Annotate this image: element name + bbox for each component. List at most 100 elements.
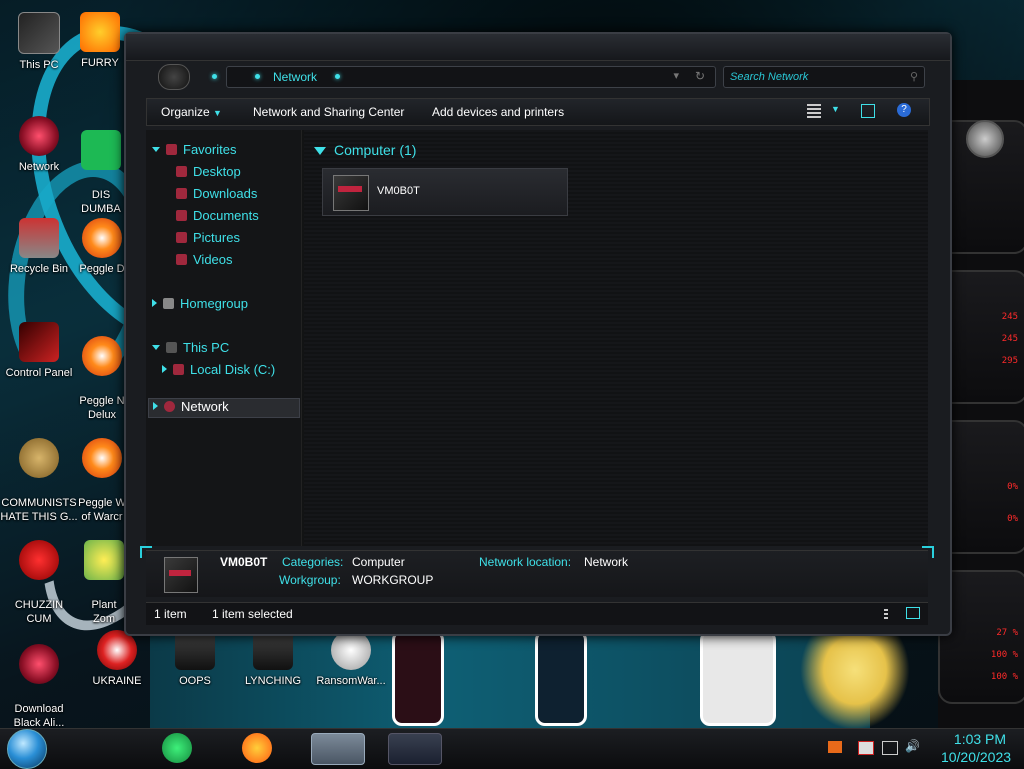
- desktop-icon-label: LYNCHING: [244, 675, 302, 687]
- explorer-window: Network ▾ ↻ Search Network ⚲ Organize ▼ …: [124, 32, 952, 636]
- explorer-body: Favorites Desktop Downloads Documents Pi…: [146, 130, 928, 546]
- desktop-icon-ukraine[interactable]: UKRAINE: [78, 630, 156, 688]
- expand-arrow-icon[interactable]: [152, 147, 160, 152]
- desktop-icon-control-panel[interactable]: Control Panel: [0, 322, 78, 380]
- expand-arrow-icon[interactable]: [153, 402, 158, 410]
- nav-label: Local Disk (C:): [190, 362, 276, 377]
- pictures-folder-icon: [176, 232, 187, 243]
- refresh-icon[interactable]: ↻: [695, 69, 705, 83]
- desktop-icon-peggle-warcraft[interactable]: Peggle W of Warcr: [76, 424, 128, 524]
- taskbar-control-panel-button[interactable]: [388, 733, 442, 765]
- search-icon[interactable]: ⚲: [910, 70, 918, 83]
- navigation-pane: Favorites Desktop Downloads Documents Pi…: [146, 130, 302, 546]
- nav-videos[interactable]: Videos: [176, 252, 233, 267]
- nav-network[interactable]: Network: [148, 398, 300, 418]
- desktop-icon-network[interactable]: Network: [0, 116, 78, 174]
- desktop-icon-communists[interactable]: COMMUNISTS HATE THIS G...: [0, 424, 78, 524]
- desktop-icon-label: OOPS: [179, 675, 211, 687]
- network-icon: [164, 401, 175, 412]
- search-placeholder: Search Network: [730, 71, 809, 83]
- window-title-bar[interactable]: [126, 34, 950, 61]
- computer-item-label: VM0B0T: [377, 185, 420, 197]
- chevron-down-icon[interactable]: ▾: [673, 69, 679, 82]
- breadcrumb-separator-icon[interactable]: [335, 74, 340, 79]
- taskbar-firefox-button[interactable]: [242, 733, 272, 763]
- details-categories-label: Categories:: [282, 555, 344, 569]
- organize-button[interactable]: Organize ▼: [161, 105, 222, 119]
- network-tray-icon[interactable]: [882, 741, 898, 755]
- computer-item[interactable]: VM0B0T: [322, 168, 568, 216]
- desktop-icon-plants-zombies[interactable]: Plant Zom: [80, 526, 128, 626]
- expand-arrow-icon[interactable]: [162, 365, 167, 373]
- desktop-icon-ransomware[interactable]: RansomWar...: [312, 630, 390, 688]
- desktop-icon-recycle-bin[interactable]: Recycle Bin: [0, 218, 78, 276]
- group-header-computer[interactable]: Computer (1): [314, 142, 416, 158]
- nav-pictures[interactable]: Pictures: [176, 230, 240, 245]
- status-bar: 1 item 1 item selected: [146, 602, 928, 625]
- nav-indicator-icon: [212, 74, 217, 79]
- action-center-icon[interactable]: [858, 741, 874, 755]
- nav-label: This PC: [183, 340, 230, 355]
- file-list[interactable]: Computer (1) VM0B0T: [304, 130, 928, 546]
- clock-time[interactable]: 1:03 PM: [940, 731, 1020, 747]
- preview-pane-icon[interactable]: [861, 104, 875, 118]
- desktop-icon-oops[interactable]: OOPS: [156, 630, 234, 688]
- view-options-icon[interactable]: [807, 104, 821, 118]
- tray-app-icon[interactable]: [828, 741, 842, 753]
- expand-arrow-icon[interactable]: [152, 345, 160, 350]
- hud-value: 0%: [1007, 482, 1018, 492]
- hud-value: 27 %: [996, 628, 1018, 638]
- hud-value: 295: [1001, 356, 1018, 366]
- desktop-icon-download-black-alien[interactable]: Download Black Ali...: [0, 630, 78, 730]
- nav-label: Pictures: [193, 230, 240, 245]
- chevron-down-icon[interactable]: ▼: [831, 104, 840, 114]
- nav-label: Network: [181, 399, 229, 414]
- taskbar-spotify-button[interactable]: [162, 733, 192, 763]
- peggle-icon: [82, 438, 122, 478]
- desktop-icon-label: This PC: [19, 59, 59, 71]
- desktop-icon-lynching[interactable]: LYNCHING: [234, 630, 312, 688]
- command-bar: Organize ▼ Network and Sharing Center Ad…: [146, 98, 930, 126]
- desktop-icon-dis-dumba[interactable]: DIS DUMBA: [74, 116, 128, 216]
- nav-label: Desktop: [193, 164, 241, 179]
- desktop-icon-furry[interactable]: FURRY: [70, 12, 130, 70]
- nav-this-pc[interactable]: This PC: [152, 340, 229, 355]
- help-icon[interactable]: ?: [897, 103, 911, 117]
- details-workgroup-value: WORKGROUP: [352, 573, 434, 587]
- details-view-icon[interactable]: [884, 607, 888, 619]
- desktop-icon-label: Peggle D: [79, 263, 125, 275]
- clock-date[interactable]: 10/20/2023: [928, 749, 1024, 765]
- desktop-icon-label: UKRAINE: [92, 675, 142, 687]
- desktop-icon-label: FURRY: [81, 57, 119, 69]
- network-sharing-center-button[interactable]: Network and Sharing Center: [253, 105, 404, 119]
- start-button[interactable]: [7, 729, 47, 769]
- wallpaper-character-leg: [392, 630, 444, 726]
- alien-orb-icon: [19, 644, 59, 684]
- back-button[interactable]: [158, 64, 190, 90]
- address-bar[interactable]: Network ▾ ↻: [226, 66, 716, 88]
- taskbar-file-explorer-button[interactable]: [311, 733, 365, 765]
- nav-downloads[interactable]: Downloads: [176, 186, 257, 201]
- expand-arrow-icon[interactable]: [152, 299, 157, 307]
- nav-label: Documents: [193, 208, 259, 223]
- add-devices-button[interactable]: Add devices and printers: [432, 105, 564, 119]
- desktop-icon-peggle-deluxe[interactable]: Peggle N Delux: [76, 322, 128, 422]
- group-header-label: Computer (1): [334, 142, 417, 158]
- nav-homegroup[interactable]: Homegroup: [152, 296, 248, 311]
- skull-icon: [331, 630, 371, 670]
- desktop-icon-chuzzin[interactable]: CHUZZIN CUM: [0, 526, 78, 626]
- rope-icon: [253, 630, 293, 670]
- nav-favorites[interactable]: Favorites: [152, 142, 236, 157]
- videos-folder-icon: [176, 254, 187, 265]
- tiles-view-icon[interactable]: [906, 607, 920, 619]
- desktop-folder-icon: [176, 166, 187, 177]
- nav-documents[interactable]: Documents: [176, 208, 259, 223]
- search-input[interactable]: Search Network ⚲: [723, 66, 925, 88]
- nav-desktop[interactable]: Desktop: [176, 164, 241, 179]
- file-icon: [175, 630, 215, 670]
- desktop-icon-peggle-d[interactable]: Peggle D: [76, 218, 128, 276]
- volume-icon[interactable]: 🔊: [905, 739, 920, 753]
- desktop-icon-this-pc[interactable]: This PC: [0, 12, 78, 72]
- chuzzle-icon: [19, 540, 59, 580]
- nav-local-disk[interactable]: Local Disk (C:): [162, 362, 275, 377]
